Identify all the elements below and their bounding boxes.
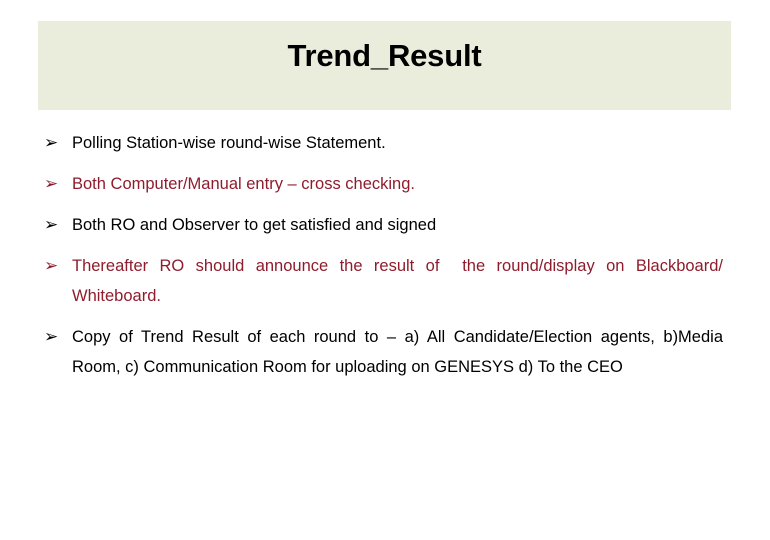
bullet-arrow-icon: ➢ xyxy=(44,256,59,276)
list-item-text: Thereafter RO should announce the result… xyxy=(72,257,728,305)
list-item-text: Both Computer/Manual entry – cross check… xyxy=(72,175,415,193)
page-title: Trend_Result xyxy=(287,38,482,73)
list-item: ➢ Copy of Trend Result of each round to … xyxy=(0,322,770,382)
list-item-text: Copy of Trend Result of each round to – … xyxy=(72,328,728,376)
bullet-list: ➢ Polling Station-wise round-wise Statem… xyxy=(0,128,770,382)
bullet-arrow-icon: ➢ xyxy=(44,174,59,194)
list-item: ➢ Thereafter RO should announce the resu… xyxy=(0,251,770,311)
bullet-arrow-icon: ➢ xyxy=(44,133,59,153)
list-item-text: Both RO and Observer to get satisfied an… xyxy=(72,216,437,234)
slide-root: { "slide": { "title": "Trend_Result", "b… xyxy=(0,0,770,540)
title-banner: Trend_Result xyxy=(38,21,731,110)
list-item-text: Polling Station-wise round-wise Statemen… xyxy=(72,134,386,152)
list-item: ➢ Both Computer/Manual entry – cross che… xyxy=(0,169,770,199)
list-item: ➢ Polling Station-wise round-wise Statem… xyxy=(0,128,770,158)
list-item: ➢ Both RO and Observer to get satisfied … xyxy=(0,210,770,240)
bullet-arrow-icon: ➢ xyxy=(44,327,59,347)
bullet-arrow-icon: ➢ xyxy=(44,215,59,235)
